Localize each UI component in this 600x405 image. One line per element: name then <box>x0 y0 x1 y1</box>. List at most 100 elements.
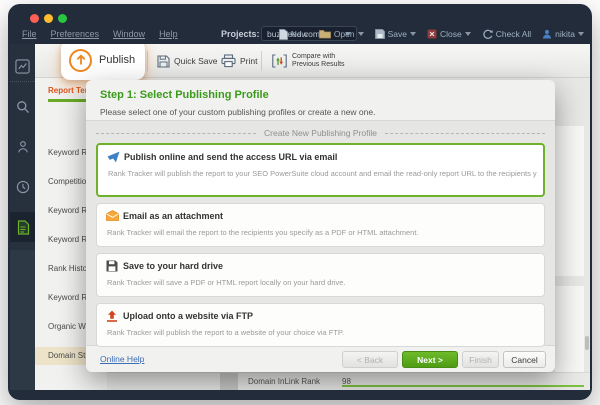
compare-arrows-icon <box>272 54 287 68</box>
menu-preferences[interactable]: Preferences <box>51 29 100 39</box>
background-panel-right <box>555 78 590 390</box>
dialog-body: Create New Publishing Profile Publish on… <box>86 120 555 347</box>
nav-reports-button[interactable] <box>10 212 35 242</box>
new-label: New <box>290 29 308 39</box>
upload-ftp-icon <box>106 310 118 322</box>
new-file-icon <box>278 28 288 40</box>
option-description: Rank Tracker will email the report to th… <box>107 228 419 237</box>
option-description: Rank Tracker will publish the report to … <box>107 328 345 337</box>
chevron-down-icon <box>578 32 584 36</box>
option-upload-ftp[interactable]: Upload onto a website via FTP Rank Track… <box>96 303 545 347</box>
projects-label: Projects: <box>221 29 260 39</box>
floppy-save-icon <box>157 54 170 68</box>
open-folder-icon <box>318 30 331 39</box>
publish-button[interactable]: Publish <box>61 44 145 80</box>
quick-save-label: Quick Save <box>174 56 218 66</box>
report-icon <box>17 219 29 235</box>
save-project-button[interactable]: Save <box>374 29 416 39</box>
online-help-link[interactable]: Online Help <box>100 354 144 364</box>
option-publish-online[interactable]: Publish online and send the access URL v… <box>96 143 545 197</box>
compare-label: Compare with Previous Results <box>292 53 345 68</box>
publish-online-icon <box>107 151 120 163</box>
back-button[interactable]: < Back <box>342 351 398 368</box>
next-button[interactable]: Next > <box>402 351 458 368</box>
save-file-icon <box>374 29 385 39</box>
top-actions: New Open Save Close Check All nikita <box>278 24 584 44</box>
dialog-subtitle: Please select one of your custom publish… <box>100 107 376 117</box>
publishing-profile-dialog: Step 1: Select Publishing Profile Please… <box>86 80 555 372</box>
option-title: Save to your hard drive <box>123 261 224 271</box>
content-area: Share Quick Save Print Compare with Prev… <box>10 44 590 390</box>
nav-rail <box>10 44 35 390</box>
close-square-icon <box>427 29 437 39</box>
nav-search-button[interactable] <box>10 92 35 122</box>
email-attachment-icon <box>106 210 119 221</box>
clock-icon <box>16 180 29 194</box>
zoom-window-button[interactable] <box>58 14 67 23</box>
nav-history-button[interactable] <box>10 172 35 202</box>
scrollbar-segment[interactable] <box>220 373 238 390</box>
dialog-title: Step 1: Select Publishing Profile <box>100 89 269 101</box>
new-project-button[interactable]: New <box>278 28 308 40</box>
check-all-button[interactable]: Check All <box>482 29 531 40</box>
compare-button[interactable]: Compare with Previous Results <box>271 44 345 78</box>
search-icon <box>16 101 29 114</box>
dashed-line <box>96 132 257 134</box>
chevron-down-icon <box>357 32 364 36</box>
toolbar-separator <box>147 51 148 71</box>
chevron-down-icon <box>464 32 471 36</box>
option-title: Email as an attachment <box>123 211 224 221</box>
cancel-button[interactable]: Cancel <box>503 351 546 368</box>
option-description: Rank Tracker will publish the report to … <box>108 169 537 178</box>
close-window-button[interactable] <box>30 14 39 23</box>
option-title: Upload onto a website via FTP <box>123 311 254 321</box>
background-panel <box>555 286 584 372</box>
domain-inlink-rank-label: Domain InLink Rank <box>248 377 321 386</box>
person-icon <box>17 141 28 153</box>
open-label: Open <box>333 29 355 39</box>
background-table-row: Domain InLink Rank 98 <box>107 372 590 390</box>
titlebar <box>8 4 592 24</box>
minimize-window-button[interactable] <box>44 14 53 23</box>
section-label: Create New Publishing Profile <box>264 128 377 138</box>
dashed-line <box>384 132 546 134</box>
save-label: Save <box>387 29 407 39</box>
rank-progress-bar <box>342 385 584 387</box>
quick-save-button[interactable]: Quick Save <box>157 44 217 78</box>
check-all-label: Check All <box>495 29 532 39</box>
save-disk-icon <box>106 260 118 272</box>
nav-dashboard-button[interactable] <box>10 52 35 82</box>
option-email-attachment[interactable]: Email as an attachment Rank Tracker will… <box>96 203 545 247</box>
nav-competitors-button[interactable] <box>10 132 35 162</box>
chart-icon <box>15 59 30 74</box>
dialog-footer: Online Help < Back Next > Finish Cancel <box>86 346 555 372</box>
report-toolbar: Share Quick Save Print Compare with Prev… <box>35 44 590 80</box>
publish-label: Publish <box>99 54 136 66</box>
publish-arrow-icon <box>69 48 92 72</box>
user-label: nikita <box>555 29 575 39</box>
section-divider: Create New Publishing Profile <box>96 128 546 138</box>
check-all-refresh-icon <box>483 29 493 39</box>
close-label: Close <box>439 29 462 39</box>
background-panel <box>555 126 584 276</box>
toolbar-separator <box>261 51 262 71</box>
open-project-button[interactable]: Open <box>318 29 364 39</box>
app-window: File Preferences Window Help Projects: b… <box>8 4 592 400</box>
menu-help[interactable]: Help <box>159 29 178 39</box>
menu-window[interactable]: Window <box>113 29 145 39</box>
user-icon <box>543 29 552 39</box>
printer-icon <box>221 54 236 68</box>
close-project-button[interactable]: Close <box>427 29 471 39</box>
option-title: Publish online and send the access URL v… <box>124 152 338 162</box>
scrollbar-thumb[interactable] <box>585 336 589 350</box>
nav-rail-lower <box>10 250 35 390</box>
print-label: Print <box>240 56 258 66</box>
option-description: Rank Tracker will save a PDF or HTML rep… <box>107 278 346 287</box>
menubar: File Preferences Window Help Projects: b… <box>8 24 592 44</box>
option-save-hard-drive[interactable]: Save to your hard drive Rank Tracker wil… <box>96 253 545 297</box>
finish-button[interactable]: Finish <box>462 351 499 368</box>
chevron-down-icon <box>409 32 416 36</box>
user-menu-button[interactable]: nikita <box>542 29 584 39</box>
menu-file[interactable]: File <box>22 29 37 39</box>
print-button[interactable]: Print <box>221 44 257 78</box>
